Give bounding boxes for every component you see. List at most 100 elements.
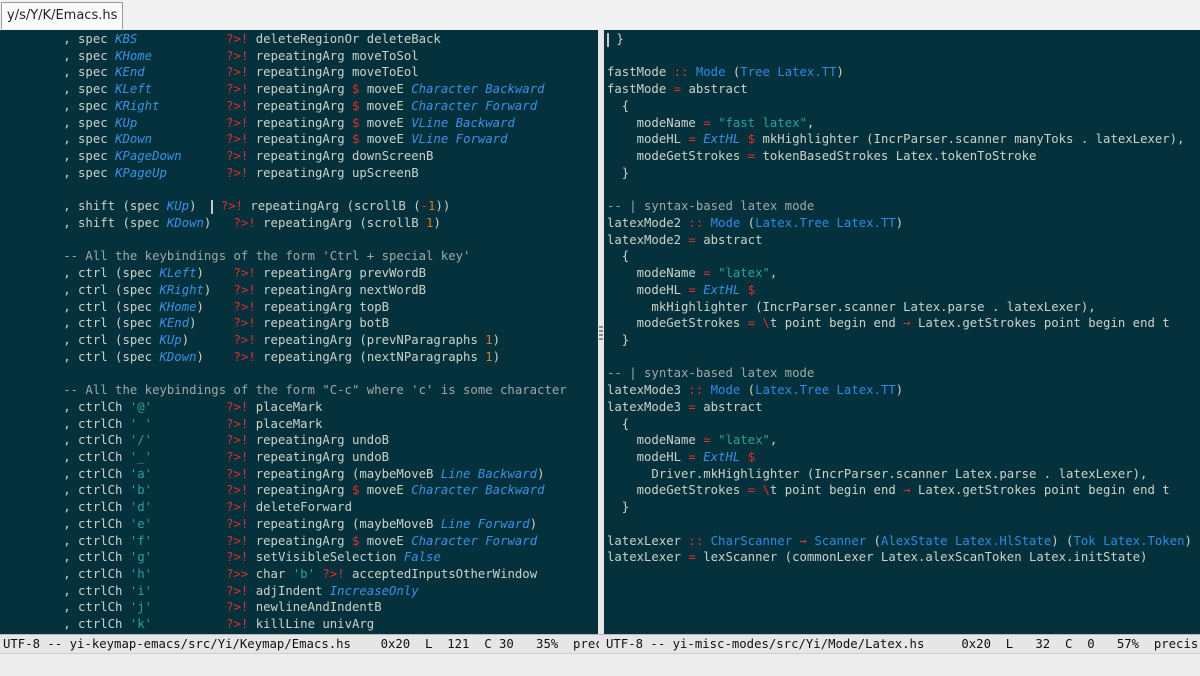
code-line[interactable]: , ctrlCh 'f' ?>! repeatingArg $ moveE Ch…	[4, 533, 567, 550]
code-line[interactable]: , ctrlCh 'd' ?>! deleteForward	[4, 499, 567, 516]
code-token: repeatingArg (nextNParagraphs	[255, 349, 486, 364]
code-line[interactable]: , ctrl (spec KEnd) ?>! repeatingArg botB	[4, 315, 567, 332]
code-line[interactable]: modeName = "latex",	[607, 432, 1192, 449]
code-line[interactable]: , ctrlCh '_' ?>! repeatingArg undoB	[4, 449, 567, 466]
code-token: ?>!	[226, 433, 249, 448]
code-line[interactable]: modeGetStrokes = tokenBasedStrokes Latex…	[607, 148, 1192, 165]
code-token: ' '	[129, 416, 153, 431]
code-line[interactable]: , shift (spec KDown) ?>! repeatingArg (s…	[4, 215, 567, 232]
code-line[interactable]: , ctrl (spec KLeft) ?>! repeatingArg pre…	[4, 265, 567, 282]
code-line[interactable]: , ctrlCh 'k' ?>! killLine univArg	[4, 616, 567, 633]
code-line[interactable]: modeHL = ExtHL $	[607, 449, 1192, 466]
code-line[interactable]	[607, 48, 1192, 65]
code-line[interactable]: , ctrlCh ' ' ?>! placeMark	[4, 416, 567, 433]
code-line[interactable]: }	[607, 332, 1192, 349]
code-line[interactable]: }	[607, 499, 1192, 516]
code-line[interactable]: , ctrlCh 'e' ?>! repeatingArg (maybeMove…	[4, 516, 567, 533]
code-token: KHome	[159, 299, 197, 314]
code-line[interactable]	[4, 365, 567, 382]
code-line[interactable]: , shift (spec KUp) ?>! repeatingArg (scr…	[4, 198, 567, 215]
code-line[interactable]: modeGetStrokes = \t point begin end → La…	[607, 315, 1192, 332]
code-token: 'e'	[129, 516, 153, 531]
code-line[interactable]: , spec KPageUp ?>! repeatingArg upScreen…	[4, 165, 567, 182]
code-token: , spec	[4, 98, 116, 113]
code-token: , shift (spec	[4, 215, 167, 230]
mode-line-left: UTF-8 -- yi-keymap-emacs/src/Yi/Keymap/E…	[3, 637, 599, 651]
code-token: modeGetStrokes	[607, 316, 748, 331]
code-token: ?>!	[226, 132, 249, 147]
code-line[interactable]: latexMode3 :: Mode (Latex.Tree Latex.TT)	[607, 382, 1192, 399]
code-line[interactable]: , ctrl (spec KRight) ?>! repeatingArg ne…	[4, 282, 567, 299]
code-line[interactable]	[607, 349, 1192, 366]
code-line[interactable]: modeGetStrokes = \t point begin end → La…	[607, 482, 1192, 499]
resize-grip-icon[interactable]	[599, 326, 603, 340]
code-line[interactable]: mkHighlighter (IncrParser.scanner Latex.…	[607, 299, 1192, 316]
code-line[interactable]: , spec KDown ?>! repeatingArg $ moveE VL…	[4, 131, 567, 148]
code-token: repeatingArg moveToSol	[248, 48, 419, 63]
right-editor-pane[interactable]: } fastMode :: Mode (Tree Latex.TT) fastMod…	[604, 30, 1200, 634]
code-line[interactable]: }	[607, 31, 1192, 48]
code-line[interactable]: , spec KPageDown ?>! repeatingArg downSc…	[4, 148, 567, 165]
code-line[interactable]: {	[607, 416, 1192, 433]
code-token: KEnd	[159, 316, 190, 331]
code-line[interactable]: latexMode2 :: Mode (Latex.Tree Latex.TT)	[607, 215, 1192, 232]
code-line[interactable]: {	[607, 248, 1192, 265]
code-line[interactable]: Driver.mkHighlighter (IncrParser.scanner…	[607, 466, 1192, 483]
code-line[interactable]	[607, 181, 1192, 198]
code-token: newlineAndIndentB	[248, 600, 382, 615]
code-line[interactable]: , spec KUp ?>! repeatingArg $ moveE VLin…	[4, 115, 567, 132]
code-line[interactable]: -- | syntax-based latex mode	[607, 198, 1192, 215]
code-line[interactable]: latexMode2 = abstract	[607, 232, 1192, 249]
code-line[interactable]: latexMode3 = abstract	[607, 399, 1192, 416]
code-line[interactable]: , ctrlCh 'h' ?>> char 'b' ?>! acceptedIn…	[4, 566, 567, 583]
code-line[interactable]: , ctrlCh 'i' ?>! adjIndent IncreaseOnly	[4, 583, 567, 600]
code-token: Character Forward	[411, 98, 538, 113]
file-tab[interactable]: y/s/Y/K/Emacs.hs	[1, 2, 124, 29]
code-line[interactable]: latexLexer :: CharScanner → Scanner (Ale…	[607, 533, 1192, 550]
code-line[interactable]: latexLexer = lexScanner (commonLexer Lat…	[607, 549, 1192, 566]
code-line[interactable]: , spec KHome ?>! repeatingArg moveToSol	[4, 48, 567, 65]
code-token: -- All the keybindings of the form 'Ctrl…	[4, 249, 471, 264]
code-line[interactable]: -- All the keybindings of the form 'Ctrl…	[4, 248, 567, 265]
code-token: ?>!	[226, 416, 249, 431]
code-line[interactable]: }	[607, 165, 1192, 182]
code-line[interactable]: , ctrl (spec KHome) ?>! repeatingArg top…	[4, 299, 567, 316]
code-line[interactable]: , ctrlCh '/' ?>! repeatingArg undoB	[4, 432, 567, 449]
code-token: )	[189, 316, 234, 331]
code-token: CharScanner	[710, 533, 793, 548]
minibuffer[interactable]	[0, 653, 1200, 676]
code-line[interactable]: , ctrl (spec KUp) ?>! repeatingArg (prev…	[4, 332, 567, 349]
code-line[interactable]: , ctrlCh '@' ?>! placeMark	[4, 399, 567, 416]
code-line[interactable]: , ctrl (spec KDown) ?>! repeatingArg (ne…	[4, 349, 567, 366]
code-line[interactable]: modeHL = ExtHL $ mkHighlighter (IncrPars…	[607, 131, 1192, 148]
code-token: , ctrlCh	[4, 399, 130, 414]
code-line[interactable]	[607, 516, 1192, 533]
code-line[interactable]: -- All the keybindings of the form "C-c"…	[4, 382, 566, 399]
code-line[interactable]: fastMode :: Mode (Tree Latex.TT)	[607, 64, 1192, 81]
code-token: , ctrlCh	[4, 516, 130, 531]
code-token: ?>!	[226, 48, 249, 63]
code-token: 'a'	[129, 466, 153, 481]
code-line[interactable]	[4, 181, 567, 198]
code-line[interactable]: , spec KBS ?>! deleteRegionOr deleteBack	[4, 31, 567, 48]
code-line[interactable]: , ctrlCh 'a' ?>! repeatingArg (maybeMove…	[4, 466, 567, 483]
code-line[interactable]: , ctrlCh 'g' ?>! setVisibleSelection Fal…	[4, 549, 567, 566]
code-token: KUp	[159, 332, 182, 347]
left-editor-pane[interactable]: , spec KBS ?>! deleteRegionOr deleteBack…	[0, 30, 598, 634]
code-line[interactable]: modeHL = ExtHL $	[607, 282, 1192, 299]
code-line[interactable]: -- | syntax-based latex mode	[607, 365, 1192, 382]
code-line[interactable]: modeName = "latex",	[607, 265, 1192, 282]
code-line[interactable]: , ctrlCh 'j' ?>! newlineAndIndentB	[4, 599, 567, 616]
code-line[interactable]: , spec KRight ?>! repeatingArg $ moveE C…	[4, 98, 567, 115]
code-line[interactable]: modeName = "fast latex",	[607, 115, 1192, 132]
code-line[interactable]: , ctrlCh 'b' ?>! repeatingArg $ moveE Ch…	[4, 482, 567, 499]
code-token: , ctrlCh	[4, 533, 130, 548]
code-line[interactable]: fastMode = abstract	[607, 81, 1192, 98]
code-line[interactable]: {	[607, 98, 1192, 115]
code-line[interactable]: , spec KLeft ?>! repeatingArg $ moveE Ch…	[4, 81, 567, 98]
code-token: \	[762, 316, 770, 331]
code-line[interactable]	[4, 232, 567, 249]
code-line[interactable]: , spec KEnd ?>! repeatingArg moveToEol	[4, 64, 567, 81]
code-token: modeName	[607, 115, 704, 130]
